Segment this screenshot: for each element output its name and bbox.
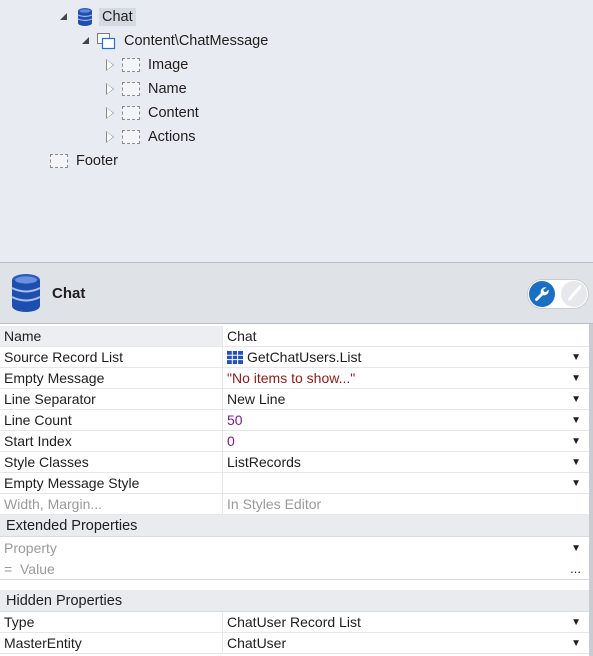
dropdown-arrow-icon[interactable]: ▼ xyxy=(571,389,581,409)
dropdown-arrow-icon[interactable]: ▼ xyxy=(571,452,581,472)
tree-node-label[interactable]: Chat xyxy=(99,8,136,26)
more-button[interactable]: ... xyxy=(570,559,581,578)
placeholder-container-icon xyxy=(48,152,68,170)
property-row-source-record-list[interactable]: Source Record List GetChatUsers.List ▼ xyxy=(0,347,589,368)
tree-node-label[interactable]: Image xyxy=(145,56,191,74)
property-value[interactable]: In Styles Editor xyxy=(223,494,589,515)
property-value[interactable]: 50 ▼ xyxy=(223,410,589,431)
section-extended-properties[interactable]: Extended Properties xyxy=(0,515,589,537)
property-name: Name xyxy=(0,326,223,347)
scrollbar-thumb[interactable] xyxy=(589,324,593,656)
properties-mode-toggle[interactable] xyxy=(527,279,589,309)
property-value[interactable]: ListRecords ▼ xyxy=(223,452,589,473)
property-value[interactable]: ▼ xyxy=(223,473,589,494)
property-row-width-margin[interactable]: Width, Margin... In Styles Editor xyxy=(0,494,589,515)
property-row-line-separator[interactable]: Line Separator New Line ▼ xyxy=(0,389,589,410)
dropdown-arrow-icon[interactable]: ▼ xyxy=(571,347,581,367)
dropdown-arrow-icon[interactable]: ▼ xyxy=(571,538,581,559)
property-name: Type xyxy=(0,612,223,633)
tree-node-chat[interactable]: Chat xyxy=(58,6,136,28)
widget-tree: Chat Content\ChatMessage Image Name Cont… xyxy=(0,0,593,262)
placeholder-container-icon xyxy=(120,80,140,98)
property-value[interactable]: ChatUser ▼ xyxy=(223,633,589,654)
property-name: Width, Margin... xyxy=(0,494,223,515)
dropdown-arrow-icon[interactable]: ▼ xyxy=(571,473,581,493)
placeholder-container-icon xyxy=(120,104,140,122)
list-records-icon xyxy=(96,32,116,50)
property-row-empty-message-style[interactable]: Empty Message Style ▼ xyxy=(0,473,589,494)
property-name: Line Count xyxy=(0,410,223,431)
placeholder-container-icon xyxy=(120,128,140,146)
dropdown-arrow-icon[interactable]: ▼ xyxy=(571,368,581,388)
tree-node-content[interactable]: Content xyxy=(104,102,202,124)
tree-node-label[interactable]: Actions xyxy=(145,128,199,146)
extended-value-input[interactable]: = Value ... xyxy=(0,559,589,580)
dropdown-arrow-icon[interactable]: ▼ xyxy=(571,633,581,653)
property-row-master-entity[interactable]: MasterEntity ChatUser ▼ xyxy=(0,633,589,654)
property-row-start-index[interactable]: Start Index 0 ▼ xyxy=(0,431,589,452)
property-value[interactable]: ChatUser Record List ▼ xyxy=(223,612,589,633)
property-name: Empty Message xyxy=(0,368,223,389)
expand-toggle-icon[interactable] xyxy=(104,107,116,119)
property-grid: Name Chat Source Record List GetChatUser… xyxy=(0,324,593,656)
expand-toggle-icon[interactable] xyxy=(104,59,116,71)
tree-node-label[interactable]: Content\ChatMessage xyxy=(121,32,271,50)
property-name: Line Separator xyxy=(0,389,223,410)
expand-toggle-icon[interactable] xyxy=(104,131,116,143)
property-name: MasterEntity xyxy=(0,633,223,654)
database-icon xyxy=(10,273,42,313)
property-value[interactable]: "No items to show..." ▼ xyxy=(223,368,589,389)
extended-property-input[interactable]: Property ▼ xyxy=(0,538,589,559)
tree-node-name[interactable]: Name xyxy=(104,78,190,100)
property-value[interactable]: Chat xyxy=(223,326,589,347)
section-hidden-properties[interactable]: Hidden Properties xyxy=(0,590,589,612)
wrench-icon[interactable] xyxy=(529,281,555,307)
placeholder-container-icon xyxy=(120,56,140,74)
collapse-toggle-icon[interactable] xyxy=(58,11,70,23)
property-row-name[interactable]: Name Chat xyxy=(0,326,589,347)
property-name: Empty Message Style xyxy=(0,473,223,494)
tree-node-content-chatmessage[interactable]: Content\ChatMessage xyxy=(80,30,271,52)
tree-node-label[interactable]: Footer xyxy=(73,152,121,170)
property-row-empty-message[interactable]: Empty Message "No items to show..." ▼ xyxy=(0,368,589,389)
property-value[interactable]: New Line ▼ xyxy=(223,389,589,410)
dropdown-arrow-icon[interactable]: ▼ xyxy=(571,431,581,451)
property-row-type[interactable]: Type ChatUser Record List ▼ xyxy=(0,612,589,633)
tree-node-actions[interactable]: Actions xyxy=(104,126,199,148)
collapse-toggle-icon[interactable] xyxy=(80,35,92,47)
tree-node-image[interactable]: Image xyxy=(104,54,191,76)
property-name: Start Index xyxy=(0,431,223,452)
property-value[interactable]: GetChatUsers.List ▼ xyxy=(223,347,589,368)
tree-node-footer[interactable]: Footer xyxy=(44,150,121,172)
properties-header: Chat xyxy=(0,262,593,324)
property-row-line-count[interactable]: Line Count 50 ▼ xyxy=(0,410,589,431)
dropdown-arrow-icon[interactable]: ▼ xyxy=(571,612,581,632)
database-icon xyxy=(74,8,94,26)
tree-node-label[interactable]: Name xyxy=(145,80,190,98)
tree-node-label[interactable]: Content xyxy=(145,104,202,122)
property-row-style-classes[interactable]: Style Classes ListRecords ▼ xyxy=(0,452,589,473)
property-name: Source Record List xyxy=(0,347,223,368)
brush-icon[interactable] xyxy=(561,281,587,307)
property-value[interactable]: 0 ▼ xyxy=(223,431,589,452)
selected-widget-title: Chat xyxy=(52,285,86,302)
expand-toggle-icon[interactable] xyxy=(104,83,116,95)
table-icon xyxy=(227,349,243,364)
dropdown-arrow-icon[interactable]: ▼ xyxy=(571,410,581,430)
property-name: Style Classes xyxy=(0,452,223,473)
